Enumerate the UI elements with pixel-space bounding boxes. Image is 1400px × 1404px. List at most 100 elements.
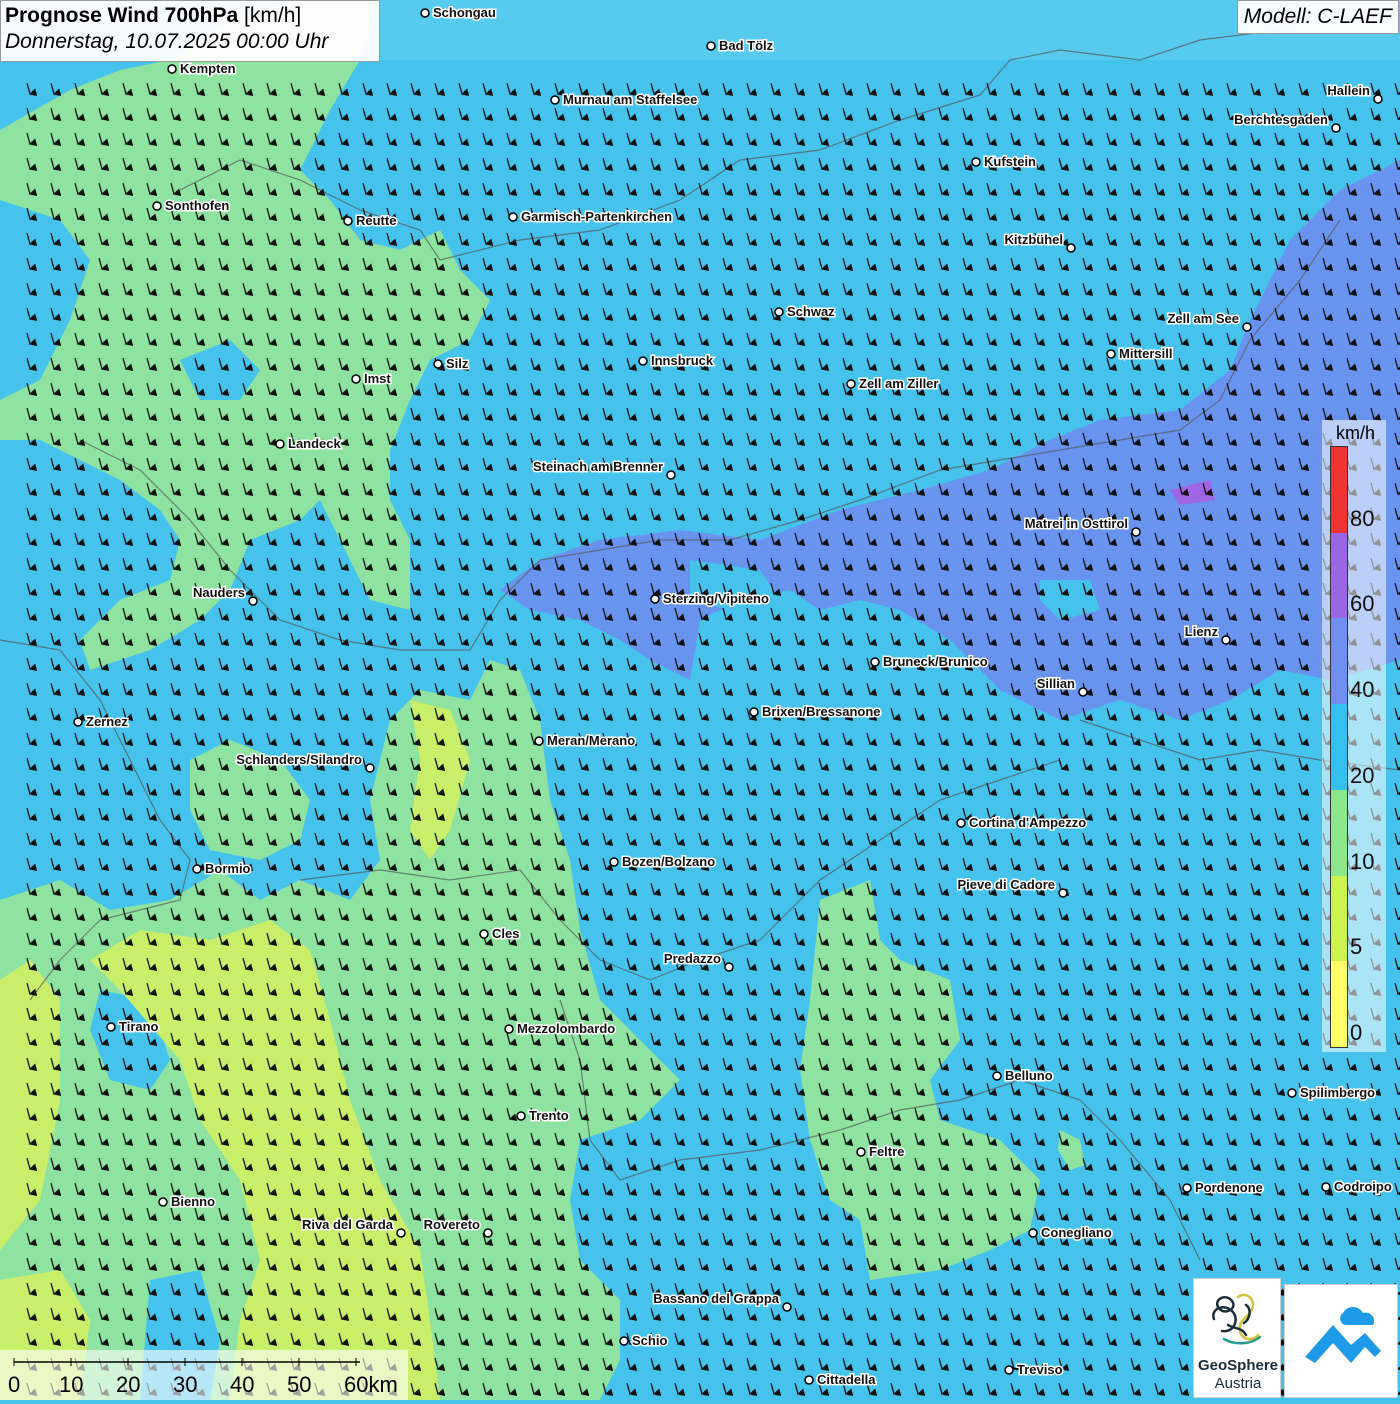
city-label: Schongau <box>433 5 496 20</box>
city-label: Imst <box>364 371 391 386</box>
legend-tick-label: 40 <box>1350 677 1375 703</box>
city-label: Spilimbergo <box>1300 1085 1375 1100</box>
city-marker: Sonthofen <box>152 197 231 215</box>
city-label: Kufstein <box>984 154 1036 169</box>
city-label: Silz <box>446 356 469 371</box>
city-dot <box>782 1302 792 1312</box>
city-dot <box>804 1375 814 1385</box>
city-label: Schlanders/Silandro <box>236 752 362 767</box>
geosphere-logo-text: GeoSphere <box>1197 1357 1279 1374</box>
geosphere-austria-logo: GeoSphere Austria <box>1193 1278 1281 1398</box>
city-marker: Meran/Merano <box>534 732 637 750</box>
city-dot <box>167 64 177 74</box>
city-dot <box>516 1111 526 1121</box>
city-label: Schwaz <box>787 304 835 319</box>
city-dot <box>152 201 162 211</box>
scale-label: 50 <box>287 1372 312 1397</box>
city-label: Murnau am Staffelsee <box>563 92 697 107</box>
city-marker: Zell am Ziller <box>846 375 940 393</box>
city-dot <box>365 763 375 773</box>
city-label: Conegliano <box>1041 1225 1112 1240</box>
city-label: Landeck <box>288 436 342 451</box>
city-label: Riva del Garda <box>302 1217 394 1232</box>
legend-tick-label: 60 <box>1350 591 1375 617</box>
city-marker: Mezzolombardo <box>504 1020 617 1038</box>
city-label: Cles <box>492 926 519 941</box>
scale-label: 0 <box>8 1372 21 1397</box>
city-dot <box>479 929 489 939</box>
legend-swatch <box>1331 618 1347 705</box>
city-label: Zernez <box>86 714 128 729</box>
title-box: Prognose Wind 700hPa [km/h] Donnerstag, … <box>0 0 380 62</box>
city-dot <box>73 717 83 727</box>
city-label: Codroipo <box>1334 1179 1392 1194</box>
map-title-main: Prognose Wind 700hPa <box>5 4 239 27</box>
city-label: Hallein <box>1327 83 1370 98</box>
city-label: Sonthofen <box>165 198 229 213</box>
city-dot <box>650 594 660 604</box>
forecast-datetime: Donnerstag, 10.07.2025 00:00 Uhr <box>5 30 329 53</box>
legend-swatch <box>1331 875 1347 962</box>
city-marker: Conegliano <box>1028 1224 1113 1242</box>
city-dot <box>870 657 880 667</box>
legend-tick-label: 5 <box>1350 934 1363 960</box>
legend-swatch <box>1331 447 1347 533</box>
city-label: Mezzolombardo <box>517 1021 615 1036</box>
city-dot <box>1066 243 1076 253</box>
city-label: Trento <box>529 1108 569 1123</box>
city-dot <box>749 707 759 717</box>
legend-swatch <box>1331 789 1347 876</box>
city-dot <box>1373 94 1383 104</box>
city-label: Reutte <box>356 213 396 228</box>
city-label: Berchtesgaden <box>1234 112 1328 127</box>
city-label: Meran/Merano <box>547 733 635 748</box>
city-dot <box>396 1228 406 1238</box>
legend-tick-label: 20 <box>1350 762 1375 788</box>
city-label: Bruneck/Brunico <box>883 654 988 669</box>
city-label: Schio <box>632 1333 667 1348</box>
city-dot <box>1106 349 1116 359</box>
city-dot <box>706 41 716 51</box>
city-marker: Schongau <box>420 4 497 22</box>
city-marker: Brixen/Bressanone <box>749 703 882 721</box>
city-label: Predazzo <box>664 951 721 966</box>
city-label: Bormio <box>205 861 251 876</box>
city-label: Bad Tölz <box>719 38 774 53</box>
city-dot <box>992 1071 1002 1081</box>
city-label: Bassano del Grappa <box>653 1291 779 1306</box>
map-title: Prognose Wind 700hPa [km/h] <box>5 4 375 28</box>
city-dot <box>856 1147 866 1157</box>
city-dot <box>343 216 353 226</box>
city-dot <box>483 1228 493 1238</box>
city-dot <box>1242 322 1252 332</box>
city-label: Innsbruck <box>651 353 714 368</box>
city-label: Kempten <box>180 61 236 76</box>
legend-tick-label: 10 <box>1350 848 1375 874</box>
city-label: Pordenone <box>1195 1180 1263 1195</box>
city-label: Brixen/Bressanone <box>762 704 881 719</box>
city-label: Bozen/Bolzano <box>622 854 715 869</box>
city-dot <box>774 307 784 317</box>
city-label: Sillian <box>1037 676 1075 691</box>
city-label: Zell am See <box>1167 311 1239 326</box>
city-dot <box>106 1022 116 1032</box>
city-label: Kitzbühel <box>1005 232 1064 247</box>
city-label: Rovereto <box>424 1217 480 1232</box>
city-dot <box>724 962 734 972</box>
city-label: Zell am Ziller <box>859 376 938 391</box>
city-dot <box>1321 1182 1331 1192</box>
city-dot <box>1058 888 1068 898</box>
city-dot <box>846 379 856 389</box>
city-dot <box>504 1024 514 1034</box>
city-dot <box>1182 1183 1192 1193</box>
scale-label: 40 <box>230 1372 255 1397</box>
city-dot <box>1078 687 1088 697</box>
scale-label: 30 <box>173 1372 198 1397</box>
city-dot <box>1131 527 1141 537</box>
city-dot <box>508 212 518 222</box>
city-label: Feltre <box>869 1144 904 1159</box>
legend-unit: km/h <box>1336 423 1376 443</box>
city-label: Bienno <box>171 1194 215 1209</box>
city-label: Pieve di Cadore <box>957 877 1055 892</box>
city-dot <box>248 596 258 606</box>
